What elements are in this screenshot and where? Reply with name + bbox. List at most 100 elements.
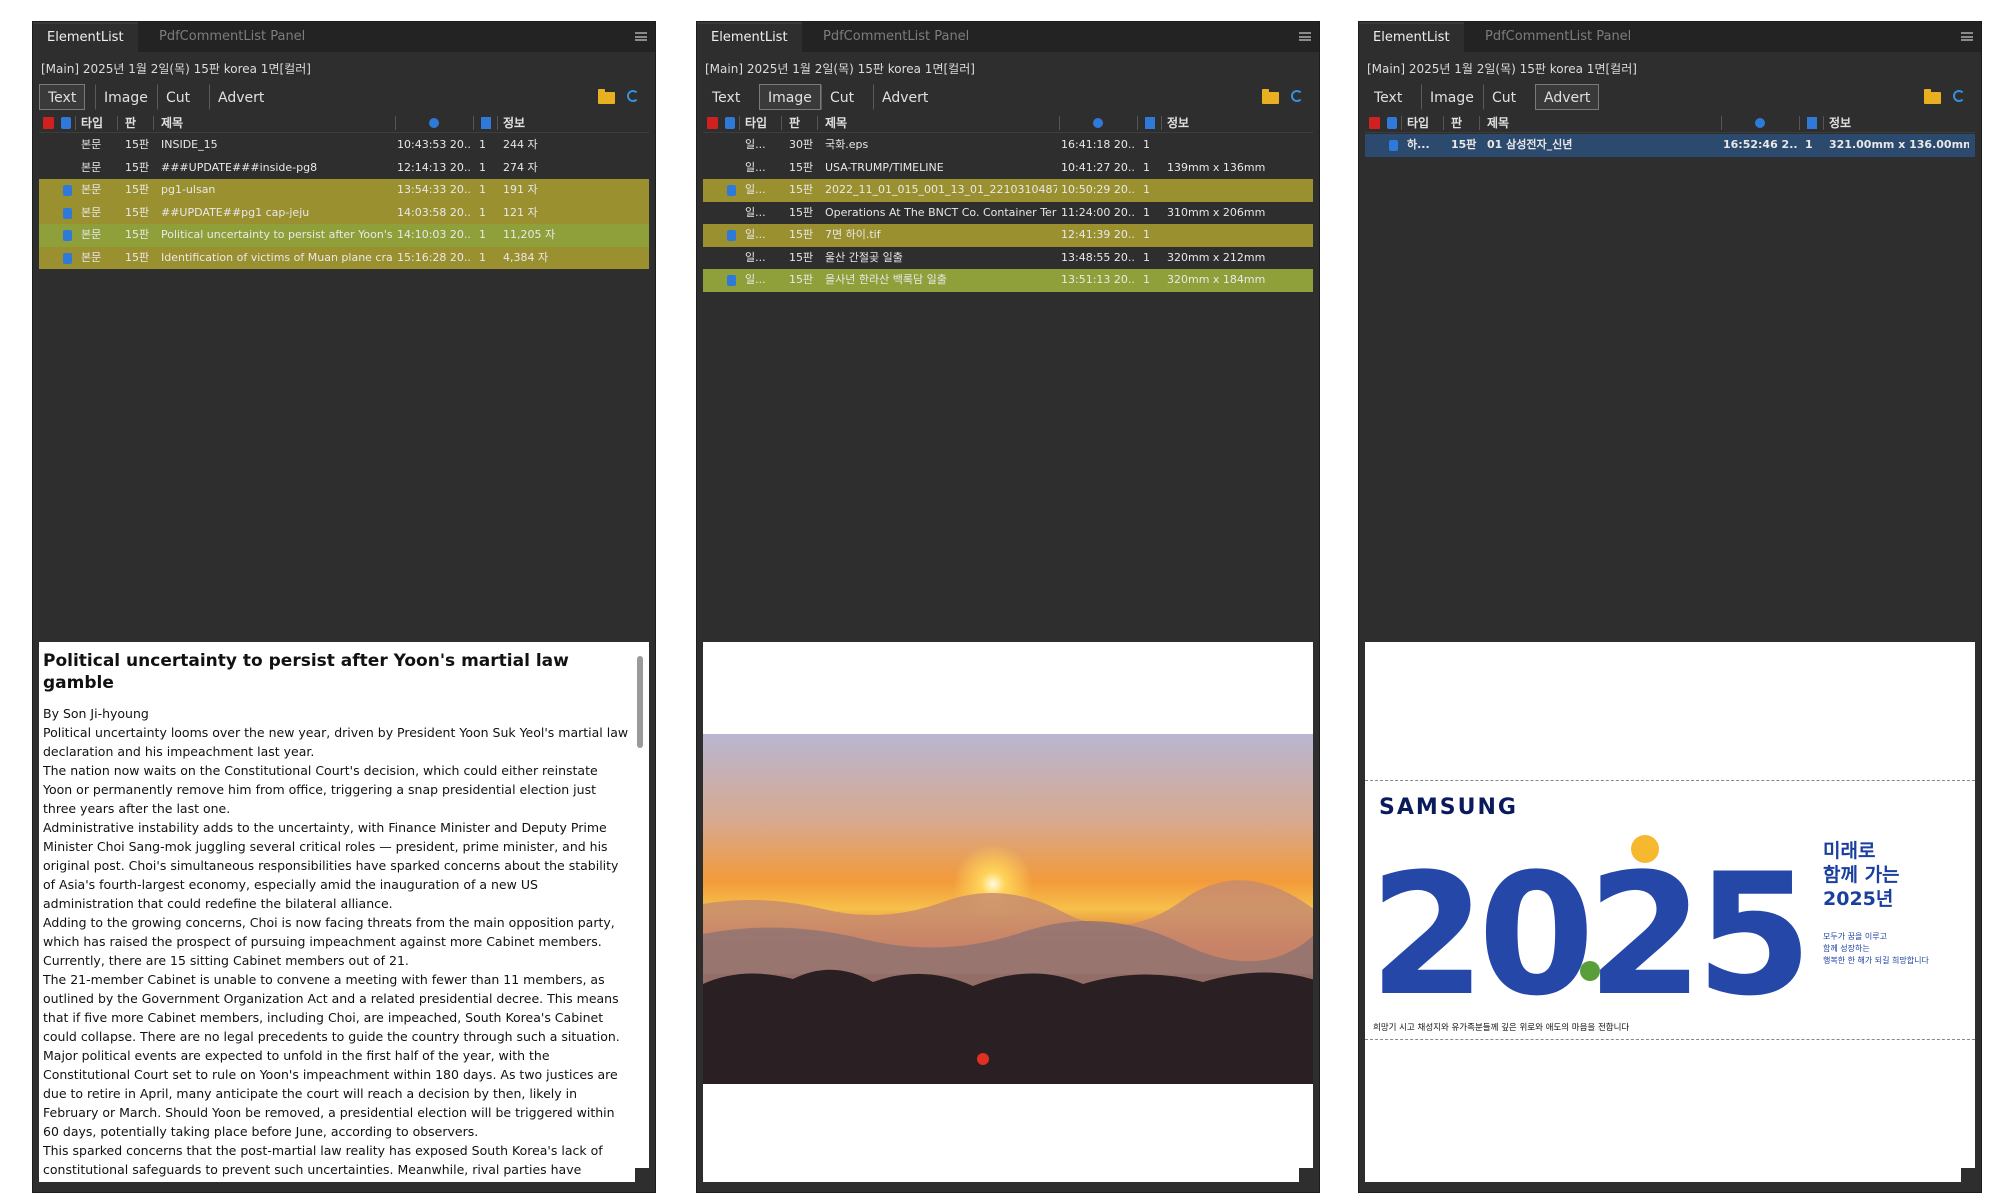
column-type[interactable]: 타입: [81, 114, 103, 132]
subtab-cut[interactable]: Cut: [157, 84, 199, 110]
hamburger-menu-icon[interactable]: [635, 32, 647, 41]
clock-icon[interactable]: [429, 118, 439, 128]
scrollbar-thumb[interactable]: [637, 656, 643, 748]
element-rows: 일... 30판 국화.eps 16:41:18 20... 1 일... 15판 USA-T…: [703, 134, 1313, 292]
cell-page: 1: [1143, 228, 1150, 241]
cell-title: pg1-ulsan: [161, 183, 216, 196]
page-icon[interactable]: [481, 117, 491, 129]
column-title[interactable]: 제목: [161, 114, 183, 132]
subtab-text[interactable]: Text: [39, 84, 86, 110]
cell-title: USA-TRUMP/TIMELINE: [825, 160, 944, 174]
column-title[interactable]: 제목: [1487, 114, 1509, 132]
cell-info: 121 자: [503, 205, 538, 219]
column-type[interactable]: 타입: [1407, 114, 1429, 132]
table-row[interactable]: 일... 15판 7면 하이.tif 12:41:39 20... 1: [703, 224, 1313, 247]
cell-title: 울산 간절곶 일출: [825, 250, 903, 264]
subtab-advert[interactable]: Advert: [1535, 84, 1600, 110]
table-row[interactable]: 일... 15판 Operations At The BNCT Co. Contai…: [703, 202, 1313, 225]
clock-icon[interactable]: [1755, 118, 1765, 128]
subtab-cut[interactable]: Cut: [821, 84, 863, 110]
cell-info: 244 자: [503, 138, 538, 151]
lock-icon: [1389, 140, 1398, 151]
cell-type: 하...: [1407, 138, 1430, 151]
cell-page: 1: [1143, 205, 1150, 219]
cell-page: 1: [1805, 138, 1813, 151]
subtab-image[interactable]: Image: [95, 84, 157, 110]
column-info[interactable]: 정보: [503, 114, 525, 132]
article-paragraph: This sparked concerns that the post-mart…: [43, 1143, 603, 1177]
cell-title: Identification of victims of Muan plane …: [161, 250, 393, 264]
folder-icon[interactable]: [1924, 89, 1941, 104]
cell-info: 191 자: [503, 183, 538, 196]
table-row[interactable]: 일... 15판 울산 간절곶 일출 13:48:55 20... 1 320mm x 2…: [703, 247, 1313, 270]
cell-page: 1: [479, 205, 486, 219]
column-edition[interactable]: 판: [1451, 114, 1462, 132]
refresh-icon[interactable]: [627, 90, 639, 102]
cell-type: 본문: [81, 250, 102, 264]
tab-pdf-comment-list[interactable]: PdfCommentList Panel: [809, 22, 983, 52]
page-icon[interactable]: [1145, 117, 1155, 129]
column-type[interactable]: 타입: [745, 114, 767, 132]
table-row[interactable]: 일... 15판 을사년 한라산 백록담 일출 13:51:13 20... 1 320m…: [703, 269, 1313, 292]
tab-element-list[interactable]: ElementList: [33, 22, 138, 52]
cell-type: 일...: [745, 183, 766, 196]
table-row[interactable]: 본문 15판 ##UPDATE##pg1 cap-jeju 14:03:58 20..…: [39, 201, 649, 224]
folder-icon[interactable]: [598, 89, 615, 104]
table-row[interactable]: 본문 15판 ###UPDATE###inside-pg8 12:14:13 20..…: [39, 157, 649, 180]
cell-edition: 15판: [789, 228, 814, 241]
hamburger-menu-icon[interactable]: [1961, 32, 1973, 41]
cell-type: 본문: [81, 138, 102, 151]
column-info[interactable]: 정보: [1167, 114, 1189, 132]
lock-icon: [727, 275, 736, 286]
lock-icon: [727, 185, 736, 196]
document-path: [Main] 2025년 1월 2일(목) 15판 korea 1면[컬러]: [1367, 62, 1637, 76]
tab-pdf-comment-list[interactable]: PdfCommentList Panel: [145, 22, 319, 52]
table-row[interactable]: 일... 15판 2022_11_01_015_001_13_01_22103104…: [703, 179, 1313, 202]
cell-page: 1: [479, 228, 486, 241]
table-row[interactable]: 일... 15판 USA-TRUMP/TIMELINE 10:41:27 20... 1…: [703, 157, 1313, 180]
hamburger-menu-icon[interactable]: [1299, 32, 1311, 41]
column-info[interactable]: 정보: [1829, 114, 1851, 132]
lock-icon: [61, 117, 71, 129]
cell-time: 13:54:33 20...: [397, 183, 471, 196]
table-row[interactable]: 본문 15판 INSIDE_15 10:43:53 20... 1 244 자: [39, 134, 649, 157]
document-path: [Main] 2025년 1월 2일(목) 15판 korea 1면[컬러]: [705, 62, 975, 76]
subtab-image[interactable]: Image: [759, 84, 821, 110]
cell-time: 12:41:39 20...: [1061, 228, 1135, 241]
tab-element-list[interactable]: ElementList: [697, 22, 802, 52]
subtab-advert[interactable]: Advert: [873, 84, 937, 110]
tab-element-list[interactable]: ElementList: [1359, 22, 1464, 52]
subtab-image[interactable]: Image: [1421, 84, 1483, 110]
table-row[interactable]: 하... 15판 01 삼성전자_신년 16:52:46 2... 1 321.00mm …: [1365, 134, 1975, 157]
cell-title: 7면 하이.tif: [825, 228, 881, 241]
lock-icon: [725, 117, 735, 129]
cell-type: 일...: [745, 205, 766, 219]
subtab-advert[interactable]: Advert: [209, 84, 273, 110]
lock-icon: [1387, 117, 1397, 129]
tab-pdf-comment-list[interactable]: PdfCommentList Panel: [1471, 22, 1645, 52]
table-row[interactable]: 본문 15판 Political uncertainty to persist af…: [39, 224, 649, 247]
cell-info: 320mm x 212mm: [1167, 250, 1266, 264]
clock-icon[interactable]: [1093, 118, 1103, 128]
cell-info: 310mm x 206mm: [1167, 205, 1266, 219]
page-icon[interactable]: [1807, 117, 1817, 129]
refresh-icon[interactable]: [1953, 90, 1965, 102]
refresh-icon[interactable]: [1291, 90, 1303, 102]
lock-icon: [63, 185, 72, 196]
year-graphic: 2025: [1369, 837, 1805, 1021]
cell-type: 일...: [745, 250, 766, 264]
folder-icon[interactable]: [1262, 89, 1279, 104]
table-row[interactable]: 본문 15판 pg1-ulsan 13:54:33 20... 1 191 자: [39, 179, 649, 202]
column-title[interactable]: 제목: [825, 114, 847, 132]
subtab-cut[interactable]: Cut: [1483, 84, 1525, 110]
table-row[interactable]: 일... 30판 국화.eps 16:41:18 20... 1: [703, 134, 1313, 157]
column-edition[interactable]: 판: [125, 114, 136, 132]
subtab-text[interactable]: Text: [703, 84, 749, 110]
article-body: By Son Ji-hyoung Political uncertainty lo…: [43, 704, 629, 1179]
lock-icon: [63, 252, 72, 264]
column-edition[interactable]: 판: [789, 114, 800, 132]
table-row[interactable]: 본문 15판 Identification of victims of Muan p…: [39, 246, 649, 269]
subtab-text[interactable]: Text: [1365, 84, 1411, 110]
panel-tabbar: ElementList PdfCommentList Panel: [1359, 22, 1981, 52]
cell-time: 16:52:46 2...: [1723, 138, 1797, 151]
